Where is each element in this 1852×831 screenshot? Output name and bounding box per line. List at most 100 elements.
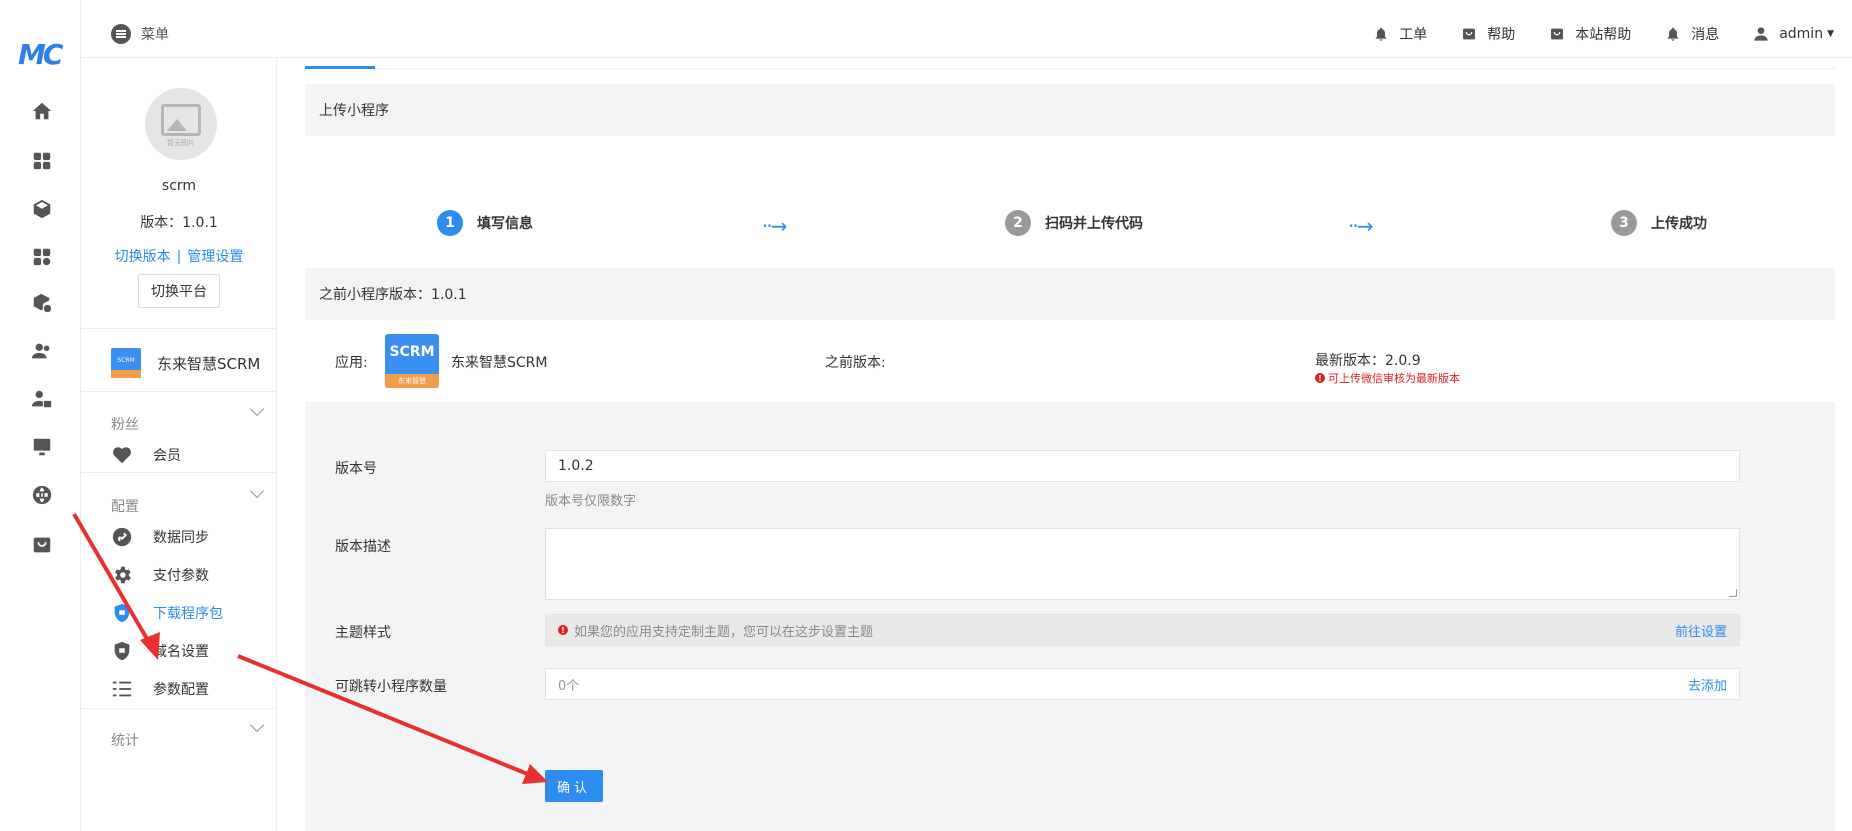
group-config-title[interactable]: 配置 (111, 496, 139, 516)
store-icon (1551, 28, 1564, 40)
description-textarea[interactable] (545, 528, 1740, 600)
divider (81, 328, 277, 329)
chevron-down-icon[interactable] (249, 483, 265, 499)
section-title: 上传小程序 (305, 84, 1835, 136)
divider (81, 708, 277, 709)
upload-steps: 1 填写信息 ··→ 2 扫码并上传代码 ··→ 3 上传成功 (305, 186, 1835, 266)
store-icon[interactable] (31, 534, 53, 556)
version-hint: 版本号仅限数字 (545, 494, 637, 509)
list-icon (112, 681, 132, 697)
step-3: 3 上传成功 (1611, 210, 1707, 236)
warning-icon: ! (558, 625, 568, 635)
gear-icon (115, 566, 131, 584)
jump-count-label: 可跳转小程序数量 (335, 679, 447, 695)
group-stats-title[interactable]: 统计 (111, 730, 139, 750)
latest-version-warning: ! 可上传微信审核为最新版本 (1315, 370, 1460, 386)
brand-logo[interactable]: MC (18, 38, 66, 71)
bell-icon (1667, 27, 1679, 41)
app-avatar: 暂无图片 (145, 88, 217, 160)
top-actions: 工单 帮助 本站帮助 消息 admin ▼ (1373, 24, 1834, 44)
secondary-sidebar: 暂无图片 scrm 版本：1.0.1 切换版本 | 管理设置 切换平台 SCRM 东… (81, 58, 277, 831)
warning-icon: ! (1315, 373, 1325, 383)
cube-icon[interactable] (31, 198, 53, 220)
apps-settings-icon[interactable] (31, 246, 53, 268)
step-1: 1 填写信息 (437, 210, 533, 236)
step-label: 上传成功 (1651, 216, 1707, 232)
description-label: 版本描述 (335, 539, 391, 555)
step-number: 2 (1005, 210, 1031, 236)
tab-line (305, 68, 1835, 69)
add-link[interactable]: 去添加 (1688, 675, 1727, 694)
app-info-row: 应用: SCRM 东来智慧 东来智慧SCRM 之前版本: 最新版本：2.0.9 … (305, 320, 1835, 400)
sidebar-app-name: scrm (161, 178, 197, 194)
heart-icon (113, 447, 131, 464)
main-content: 上传小程序 1 填写信息 ··→ 2 扫码并上传代码 ··→ 3 上传成功 之前… (305, 58, 1835, 831)
app-name: 东来智慧SCRM (451, 355, 548, 371)
step-number: 3 (1611, 210, 1637, 236)
manage-settings-link[interactable]: 管理设置 (187, 249, 243, 265)
caret-down-icon: ▼ (1827, 29, 1834, 39)
app-mini-logo: SCRM (111, 348, 141, 378)
site-help-link[interactable]: 本站帮助 (1549, 24, 1631, 44)
icon-rail: MC (0, 0, 81, 831)
current-app[interactable]: SCRM 东来智慧SCRM (111, 348, 260, 378)
link-icon (112, 527, 132, 547)
cube-settings-icon[interactable] (31, 292, 53, 314)
sidebar-item-domain-settings[interactable]: 域名设置 (111, 640, 209, 662)
messages-link[interactable]: 消息 (1665, 24, 1719, 44)
prev-version-label: 之前版本: (825, 355, 886, 371)
bell-icon (1375, 27, 1387, 41)
shield-icon (114, 641, 130, 661)
store-icon (1463, 28, 1476, 40)
app-tile: SCRM 东来智慧 (385, 334, 439, 388)
sidebar-links: 切换版本 | 管理设置 (114, 249, 244, 265)
arrow-right-icon: ··→ (1348, 214, 1374, 238)
home-icon[interactable] (31, 100, 53, 122)
user-lock-icon[interactable] (31, 388, 53, 410)
theme-notice: ! 如果您的应用支持定制主题，您可以在这步设置主题 前往设置 (545, 614, 1740, 646)
switch-version-link[interactable]: 切换版本 (115, 249, 171, 265)
globe-icon[interactable] (31, 484, 53, 506)
version-input[interactable]: 1.0.2 (545, 450, 1740, 482)
prev-version-header: 之前小程序版本：1.0.1 (305, 268, 1835, 320)
step-label: 填写信息 (477, 216, 533, 232)
sidebar-item-data-sync[interactable]: 数据同步 (111, 526, 209, 548)
chevron-down-icon[interactable] (249, 717, 265, 733)
shield-icon (114, 603, 130, 623)
sidebar-item-payment-params[interactable]: 支付参数 (111, 564, 209, 586)
switch-platform-button[interactable]: 切换平台 (138, 274, 220, 308)
app-root: MC 菜单 工单 帮助 本站帮助 消息 admin ▼ 暂无图片 scrm 版本… (0, 0, 1852, 831)
arrow-right-icon: ··→ (762, 214, 788, 238)
sidebar-item-param-config[interactable]: 参数配置 (111, 678, 209, 700)
work-order-link[interactable]: 工单 (1373, 24, 1427, 44)
step-label: 扫码并上传代码 (1045, 216, 1143, 232)
confirm-button[interactable]: 确认 (545, 770, 603, 802)
divider (81, 472, 277, 473)
sidebar-version: 版本：1.0.1 (140, 215, 218, 231)
theme-label: 主题样式 (335, 625, 391, 641)
divider (81, 391, 277, 392)
app-label: 应用: (335, 355, 368, 371)
chevron-down-icon[interactable] (249, 401, 265, 417)
resize-handle-icon[interactable] (1729, 589, 1737, 597)
go-settings-link[interactable]: 前往设置 (1675, 621, 1727, 640)
monitor-icon[interactable] (31, 436, 53, 458)
help-link[interactable]: 帮助 (1461, 24, 1515, 44)
users-icon[interactable] (31, 340, 53, 362)
sidebar-item-download-package[interactable]: 下载程序包 (111, 602, 223, 624)
menu-toggle[interactable]: 菜单 (111, 24, 169, 44)
step-2: 2 扫码并上传代码 (1005, 210, 1143, 236)
latest-version: 最新版本：2.0.9 (1315, 353, 1421, 369)
sidebar-item-member[interactable]: 会员 (111, 444, 181, 466)
user-icon (1754, 27, 1768, 41)
top-bar: 菜单 工单 帮助 本站帮助 消息 admin ▼ (81, 0, 1852, 58)
menu-label: 菜单 (141, 27, 169, 43)
group-fans-title[interactable]: 粉丝 (111, 414, 139, 434)
grid-icon[interactable] (31, 150, 53, 172)
active-tab-indicator[interactable] (305, 66, 375, 69)
user-menu[interactable]: admin ▼ (1753, 26, 1834, 42)
step-number: 1 (437, 210, 463, 236)
image-placeholder-icon (161, 104, 201, 136)
upload-form: 版本号 1.0.2 版本号仅限数字 版本描述 主题样式 ! 如果您的应用支持定制… (305, 402, 1835, 831)
jump-count-field[interactable]: 0个 去添加 (545, 668, 1740, 700)
